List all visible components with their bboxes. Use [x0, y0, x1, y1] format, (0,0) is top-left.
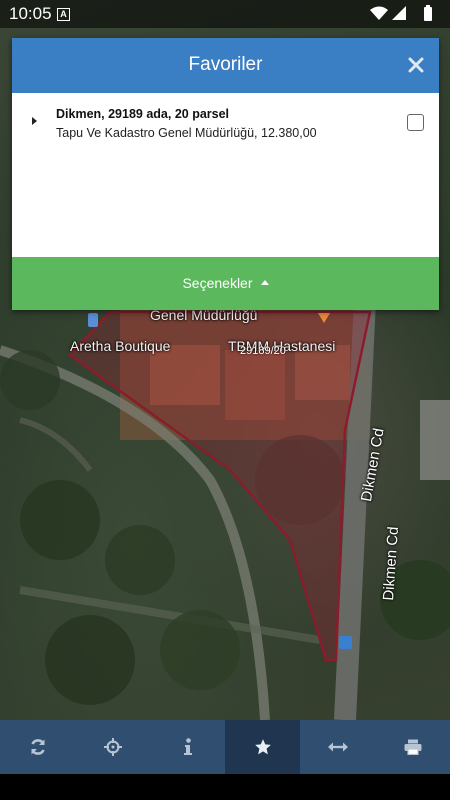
favorites-dialog: Favoriler Dikmen, 29189 ada, 20 parsel T… [12, 38, 439, 310]
star-icon [254, 739, 271, 755]
map-label-place: Aretha Boutique [70, 338, 171, 354]
wifi-icon [370, 6, 388, 20]
print-button[interactable] [375, 720, 450, 774]
measure-button[interactable] [300, 720, 375, 774]
poi-marker[interactable] [88, 313, 98, 327]
refresh-icon [30, 739, 45, 755]
bottom-toolbar [0, 720, 450, 774]
info-icon [183, 738, 192, 755]
options-label: Seçenekler [182, 275, 253, 291]
signal-icon [392, 6, 406, 20]
battery-icon [424, 5, 432, 21]
refresh-button[interactable] [0, 720, 75, 774]
bus-stop-marker[interactable] [339, 636, 352, 649]
status-time: 10:05 [9, 4, 52, 23]
favorite-title: Dikmen, 29189 ada, 20 parsel [56, 107, 230, 121]
options-button[interactable]: Seçenekler [12, 257, 439, 310]
list-item[interactable]: Dikmen, 29189 ada, 20 parsel Tapu Ve Kad… [12, 93, 439, 153]
print-icon [404, 739, 421, 755]
favorites-button[interactable] [225, 720, 300, 774]
notification-icon: A [57, 8, 70, 21]
locate-icon [103, 738, 122, 756]
close-button[interactable] [405, 54, 427, 76]
dialog-header: Favoriler [12, 38, 439, 93]
locate-button[interactable] [75, 720, 150, 774]
favorites-list: Dikmen, 29189 ada, 20 parsel Tapu Ve Kad… [12, 93, 439, 257]
expand-caret-icon[interactable] [32, 117, 37, 125]
favorite-checkbox[interactable] [407, 114, 424, 131]
measure-icon [327, 742, 348, 752]
parcel-number-label: 29189/20 [240, 345, 286, 357]
info-button[interactable] [150, 720, 225, 774]
status-bar: 10:05 A [0, 0, 450, 28]
close-icon [408, 57, 424, 73]
favorite-subtitle: Tapu Ve Kadastro Genel Müdürlüğü, 12.380… [56, 126, 317, 140]
system-nav-bar [0, 774, 450, 800]
dialog-title: Favoriler [188, 54, 263, 75]
caret-up-icon [260, 279, 269, 285]
